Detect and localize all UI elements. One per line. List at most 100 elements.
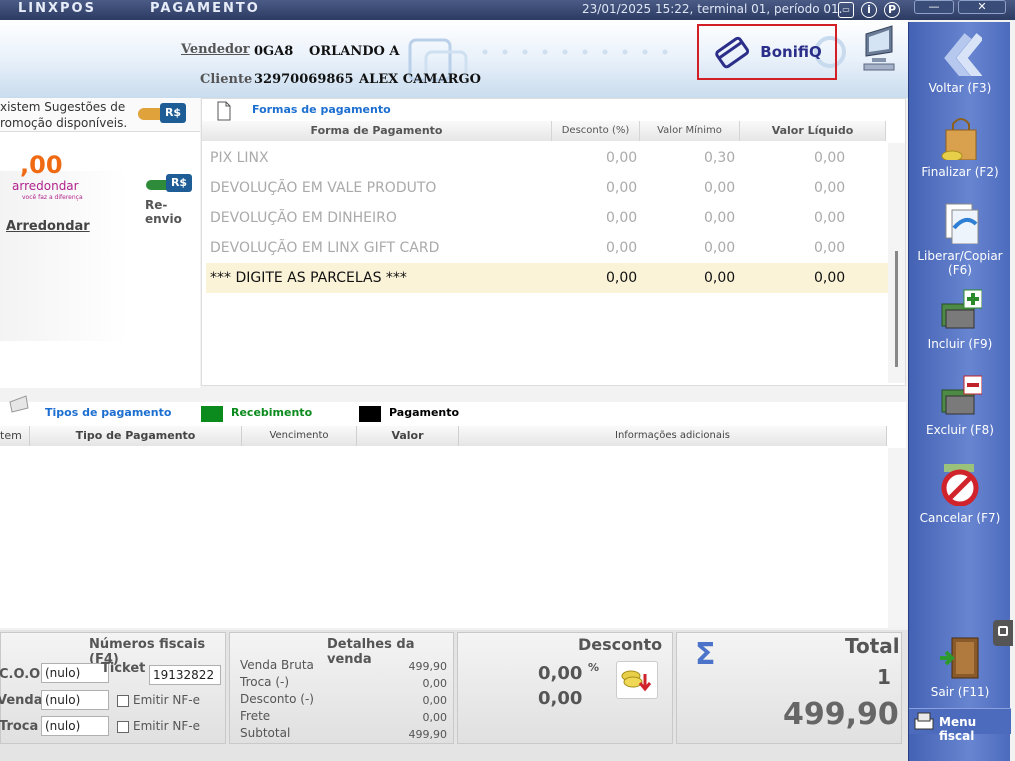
detail-label: Venda Bruta bbox=[240, 658, 314, 672]
payment-form-row[interactable]: DEVOLUÇÃO EM LINX GIFT CARD 0,00 0,00 0,… bbox=[206, 233, 888, 263]
voltar-button[interactable]: Voltar (F3) bbox=[909, 32, 1011, 95]
payment-form-minimo: 0,00 bbox=[704, 180, 736, 196]
discount-coins-icon bbox=[621, 670, 652, 692]
payment-form-row[interactable]: PIX LINX 0,00 0,30 0,00 bbox=[206, 143, 888, 173]
incluir-button[interactable]: Incluir (F9) bbox=[909, 288, 1011, 351]
bonifiq-button[interactable]: BonifiQ bbox=[697, 24, 837, 80]
computer-icon bbox=[863, 25, 895, 71]
pin-icon[interactable]: P bbox=[884, 2, 900, 18]
liberar-label: Liberar/Copiar bbox=[917, 249, 1003, 263]
copy-document-icon bbox=[945, 203, 979, 245]
payment-form-row[interactable]: DEVOLUÇÃO EM VALE PRODUTO 0,00 0,00 0,00 bbox=[206, 173, 888, 203]
side-tab-handle[interactable] bbox=[993, 620, 1013, 646]
ticket-label: Ticket bbox=[101, 661, 146, 676]
col-vencimento[interactable]: Vencimento bbox=[242, 426, 357, 446]
terminal-icon[interactable]: ▭ bbox=[838, 2, 854, 18]
payment-form-desconto: 0,00 bbox=[606, 210, 638, 226]
promotion-suggestions[interactable]: xistem Sugestões de romoção disponíveis.… bbox=[0, 98, 200, 132]
payment-types-scrollbar[interactable] bbox=[888, 448, 906, 628]
cancelar-label: Cancelar (F7) bbox=[919, 511, 1001, 525]
col-desconto[interactable]: Desconto (%) bbox=[552, 121, 640, 141]
card-icon bbox=[9, 395, 29, 413]
payment-form-name: DEVOLUÇÃO EM LINX GIFT CARD bbox=[210, 240, 440, 256]
rs-badge-reenvio: R$ bbox=[166, 174, 192, 192]
detail-value: 0,00 bbox=[422, 711, 448, 724]
payment-form-liquido: 0,00 bbox=[814, 240, 846, 256]
col-valor-liquido[interactable]: Valor Líquido bbox=[740, 121, 886, 141]
col-item[interactable]: tem bbox=[0, 426, 30, 446]
payment-form-desconto: 0,00 bbox=[606, 180, 638, 196]
venda-label: Venda bbox=[0, 693, 43, 708]
reenvio-icon[interactable]: R$ bbox=[146, 174, 194, 194]
excluir-button[interactable]: Excluir (F8) bbox=[909, 374, 1011, 437]
total-panel: Σ Total 1 499,90 bbox=[676, 632, 902, 744]
liberar-key-label: (F6) bbox=[948, 263, 972, 277]
pagamento-legend-swatch bbox=[359, 406, 381, 422]
bottom-panel: Números fiscais (F4) C.O.O. (nulo) Ticke… bbox=[0, 630, 908, 761]
payment-forms-table: Formas de pagamento Forma de Pagamento D… bbox=[201, 98, 906, 386]
reenvio-label[interactable]: Re-envio bbox=[145, 198, 200, 226]
payment-types-table: Tipos de pagamento Recebimento Pagamento… bbox=[0, 395, 906, 628]
suggestions-text-line1: xistem Sugestões de bbox=[0, 100, 126, 114]
menu-fiscal-label: Menu fiscal bbox=[939, 715, 977, 743]
payment-form-name: PIX LINX bbox=[210, 150, 269, 166]
payment-forms-title: Formas de pagamento bbox=[252, 103, 391, 116]
apply-discount-button[interactable] bbox=[616, 661, 658, 699]
printer-icon bbox=[914, 712, 934, 730]
emitir-nfe-checkbox-1[interactable] bbox=[117, 695, 129, 707]
payment-forms-scrollbar[interactable] bbox=[888, 143, 905, 383]
payment-form-liquido: 0,00 bbox=[814, 150, 846, 166]
emitir-nfe-label-1: Emitir NF-e bbox=[133, 693, 200, 707]
ticket-field[interactable]: 19132822 bbox=[149, 665, 221, 685]
screen-title: PAGAMENTO bbox=[150, 1, 260, 16]
col-tipo-pagamento[interactable]: Tipo de Pagamento bbox=[30, 426, 242, 446]
liberar-copiar-button[interactable]: Liberar/Copiar (F6) bbox=[909, 200, 1011, 277]
col-valor-minimo[interactable]: Valor Mínimo bbox=[640, 121, 740, 141]
cancelar-button[interactable]: Cancelar (F7) bbox=[909, 462, 1011, 525]
pagamento-legend-label: Pagamento bbox=[389, 406, 460, 419]
cliente-label: Cliente bbox=[200, 72, 253, 87]
add-payment-icon bbox=[941, 289, 983, 329]
payment-form-desconto: 0,00 bbox=[606, 150, 638, 166]
payment-types-title: Tipos de pagamento bbox=[45, 406, 172, 419]
payment-form-row[interactable]: DEVOLUÇÃO EM DINHEIRO 0,00 0,00 0,00 bbox=[206, 203, 888, 233]
payment-form-name: *** DIGITE AS PARCELAS *** bbox=[210, 270, 407, 286]
back-arrow-icon bbox=[944, 33, 984, 83]
sigma-icon: Σ bbox=[695, 637, 716, 672]
arredondar-card[interactable]: ,00 arredondar você faz a diferença Arre… bbox=[0, 151, 128, 341]
suggestions-text-line2: romoção disponíveis. bbox=[0, 116, 128, 130]
vendedor-name: ORLANDO A bbox=[309, 44, 400, 59]
col-valor[interactable]: Valor bbox=[357, 426, 459, 446]
detail-label: Troca (-) bbox=[240, 675, 290, 689]
venda-field[interactable]: (nulo) bbox=[41, 690, 109, 710]
coo-field[interactable]: (nulo) bbox=[41, 663, 109, 683]
left-panel: xistem Sugestões de romoção disponíveis.… bbox=[0, 98, 200, 388]
payment-form-minimo: 0,00 bbox=[704, 270, 736, 286]
recebimento-legend-swatch bbox=[201, 406, 223, 422]
payment-form-row-selected[interactable]: *** DIGITE AS PARCELAS *** 0,00 0,00 0,0… bbox=[206, 263, 888, 293]
payment-form-minimo: 0,00 bbox=[704, 210, 736, 226]
discount-percent: 0,00 bbox=[538, 663, 583, 684]
payment-form-name: DEVOLUÇÃO EM VALE PRODUTO bbox=[210, 180, 437, 196]
rs-badge: R$ bbox=[160, 103, 186, 123]
emitir-nfe-checkbox-2[interactable] bbox=[117, 721, 129, 733]
close-window-button[interactable]: ✕ bbox=[958, 0, 1006, 14]
payment-form-desconto: 0,00 bbox=[606, 270, 638, 286]
finalizar-button[interactable]: Finalizar (F2) bbox=[909, 116, 1011, 179]
emitir-nfe-label-2: Emitir NF-e bbox=[133, 719, 200, 733]
scrollbar-thumb[interactable] bbox=[895, 251, 898, 367]
col-informacoes[interactable]: Informações adicionais bbox=[459, 426, 887, 446]
cliente-code: 32970069865 bbox=[254, 72, 354, 87]
detail-value: 0,00 bbox=[422, 677, 448, 690]
total-items-count: 1 bbox=[877, 665, 891, 689]
sair-label: Sair (F11) bbox=[930, 685, 990, 699]
info-icon[interactable]: i bbox=[861, 2, 877, 18]
exit-door-icon bbox=[940, 637, 979, 679]
sale-details-panel: Detalhes da venda Venda Bruta 499,90 Tro… bbox=[229, 632, 454, 744]
troca-field[interactable]: (nulo) bbox=[41, 716, 109, 736]
menu-fiscal-button[interactable]: Menu fiscal bbox=[909, 708, 1011, 743]
minimize-button[interactable]: — bbox=[914, 0, 954, 14]
col-forma-pagamento[interactable]: Forma de Pagamento bbox=[202, 121, 552, 141]
total-title: Total bbox=[845, 634, 900, 658]
excluir-label: Excluir (F8) bbox=[926, 423, 994, 437]
